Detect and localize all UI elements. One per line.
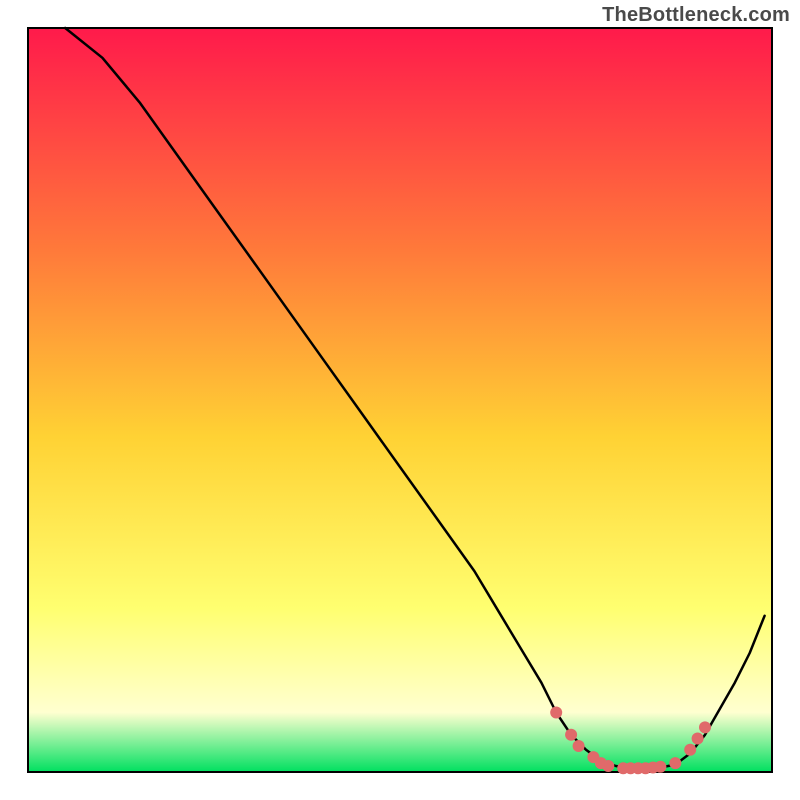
highlight-dot: [602, 760, 614, 772]
highlight-dot: [573, 740, 585, 752]
chart-frame: TheBottleneck.com: [0, 0, 800, 800]
plot-background: [28, 28, 772, 772]
highlight-dot: [684, 744, 696, 756]
highlight-dot: [565, 729, 577, 741]
highlight-dot: [699, 721, 711, 733]
highlight-dot: [654, 761, 666, 773]
chart-svg: [0, 0, 800, 800]
highlight-dot: [550, 707, 562, 719]
highlight-dot: [692, 733, 704, 745]
highlight-dot: [669, 757, 681, 769]
